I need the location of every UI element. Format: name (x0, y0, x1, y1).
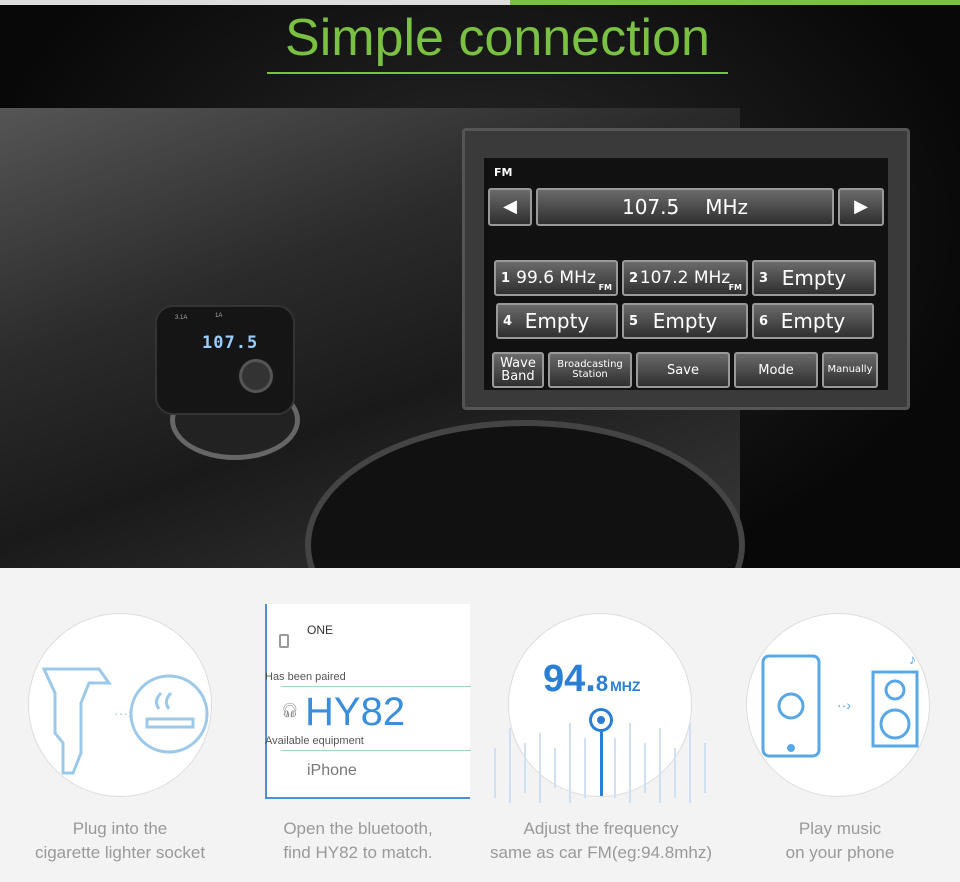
headphones-icon: 🎧︎ (281, 702, 299, 718)
title-underline (267, 72, 728, 74)
next-arrow-icon[interactable]: ▶ (838, 188, 884, 226)
frequency-readout: 94.8 MHZ (543, 658, 641, 700)
hero-photo: 3.1A 1A 107.5 Simple connection FM ◀ 107… (0, 0, 960, 568)
bluetooth-list: ONE Has been paired 🎧︎ HY82 Available eq… (265, 604, 471, 799)
preset-5[interactable]: 5 Empty (622, 303, 748, 339)
svg-text:♪: ♪ (909, 651, 916, 667)
radio-screen: FM ◀ 107.5 MHz ▶ 1 99.6 MHz FM 2 107.2 MHz FM… (484, 158, 888, 390)
device-knob (239, 359, 273, 393)
preset-3[interactable]: 3 Empty (752, 260, 876, 296)
step-2-caption: Open the bluetooth, find HY82 to match. (283, 819, 433, 862)
fm-transmitter: 3.1A 1A 107.5 (155, 305, 295, 415)
step-4-caption: Play music on your phone (785, 819, 895, 862)
preset-4[interactable]: 4 Empty (496, 303, 618, 339)
wave-band-button[interactable]: Wave Band (492, 352, 544, 388)
top-strip (0, 0, 960, 5)
svg-text:··›: ··› (837, 697, 851, 713)
step-1-caption: Plug into the cigarette lighter socket (34, 819, 206, 862)
frequency-display: 107.5 MHz (536, 188, 834, 226)
device-display: 107.5 (202, 333, 259, 353)
mode-button[interactable]: Mode (734, 352, 818, 388)
frequency-bars (494, 723, 706, 803)
preset-1[interactable]: 1 99.6 MHz FM (494, 260, 618, 296)
steps-section: ···› Plug into the cigarette lighter sock… (0, 568, 960, 882)
page-title: Simple connection (285, 9, 710, 67)
step-1-illustration: ···› (28, 613, 212, 797)
prev-arrow-icon[interactable]: ◀ (488, 188, 532, 226)
phone-to-speaker-icon: ··› ♪ (761, 651, 919, 758)
car-charger-and-cigarette-icon: ···› (41, 667, 209, 775)
broadcasting-station-button[interactable]: Broadcasting Station (548, 352, 632, 388)
step-3-caption: Adjust the frequency same as car FM(eg:94… (489, 819, 712, 862)
hy82-device[interactable]: HY82 (305, 690, 405, 735)
manually-button[interactable]: Manually (822, 352, 878, 388)
phone-icon (279, 634, 289, 648)
preset-6[interactable]: 6 Empty (752, 303, 874, 339)
svg-text:···›: ···› (114, 705, 133, 721)
step-4-illustration: ··› ♪ (746, 613, 930, 797)
save-button[interactable]: Save (636, 352, 730, 388)
preset-2[interactable]: 2 107.2 MHz FM (622, 260, 748, 296)
